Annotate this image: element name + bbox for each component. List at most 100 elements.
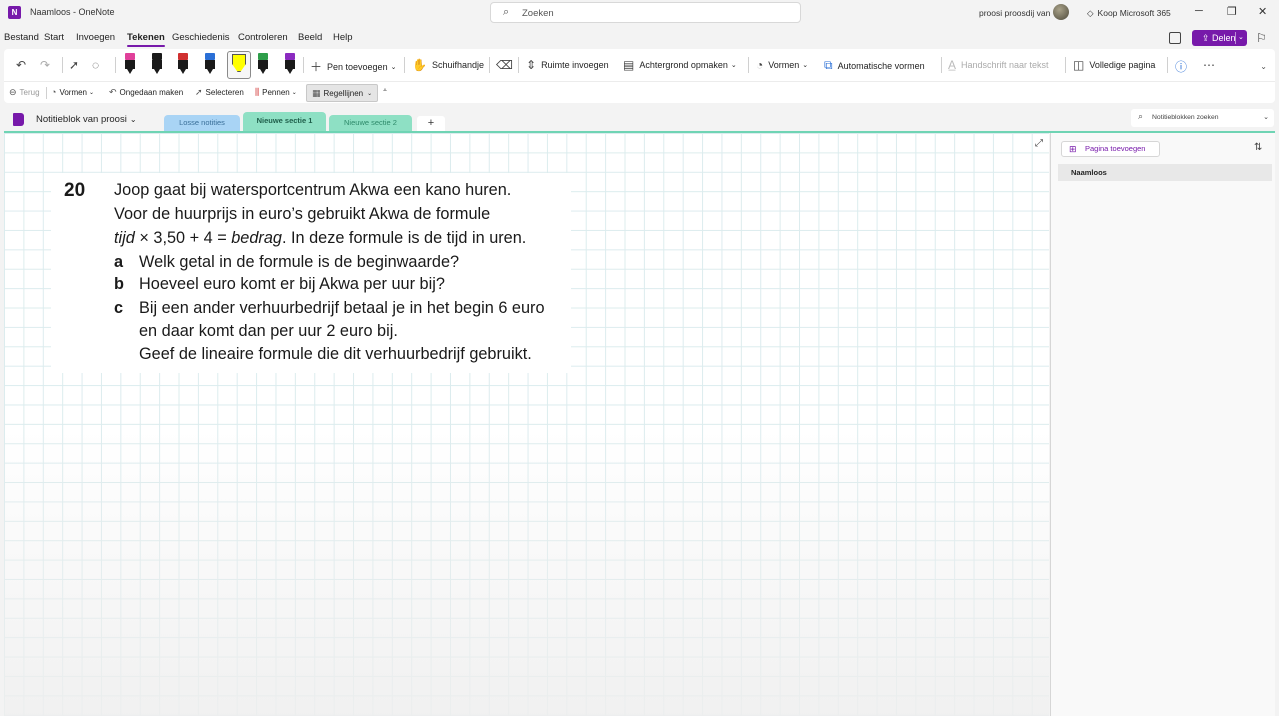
chevron-down-icon[interactable]: ⌄	[1263, 113, 1269, 121]
shapes-button[interactable]: ◔ Vormen ⌄	[756, 58, 808, 72]
notebook-icon	[13, 113, 24, 126]
subquestion-letter: c	[114, 299, 124, 317]
question-image[interactable]	[51, 173, 571, 373]
auto-shapes-icon: ⧉	[824, 58, 833, 72]
diamond-icon: ◇	[1087, 8, 1094, 18]
insert-space-icon: ⇕	[526, 58, 537, 72]
background-format-button[interactable]: ▤ Achtergrond opmaken ⌄	[623, 58, 737, 72]
select-arrow-icon[interactable]: ➚	[69, 58, 84, 72]
pen-blue[interactable]	[205, 53, 215, 75]
search-box[interactable]: ⌕ Zoeken	[490, 2, 801, 23]
background-icon: ▤	[623, 58, 635, 72]
share-button[interactable]: ⇪ Delen ⌄	[1192, 30, 1247, 46]
pen-black[interactable]	[152, 53, 162, 75]
undo-icon[interactable]: ↶	[16, 58, 31, 72]
undo-button[interactable]: ↶ Ongedaan maken	[109, 87, 183, 98]
pen-pink[interactable]	[125, 53, 135, 75]
notebook-name[interactable]: Notitieblok van proosi ⌄	[36, 114, 137, 125]
search-icon: ⌕	[503, 6, 510, 18]
tab-bestand[interactable]: Bestand	[4, 32, 39, 43]
ink-to-text-icon: A̲	[948, 58, 957, 72]
close-icon[interactable]: ✕	[1258, 5, 1267, 18]
shapes-quick-button[interactable]: ◔ Vormen ⌄	[51, 87, 94, 97]
plus-icon: ＋	[310, 60, 323, 74]
user-name[interactable]: proosi proosdij van	[979, 8, 1050, 18]
window-title: Naamloos - OneNote	[30, 7, 115, 17]
hand-icon: ✋	[412, 58, 427, 72]
select-button[interactable]: ➚ Selecteren	[195, 87, 244, 98]
customize-toolbar-icon[interactable]: ⩡	[383, 87, 390, 95]
section-tab-losse-notities[interactable]: Losse notities	[164, 115, 240, 131]
restore-icon[interactable]: ❐	[1227, 5, 1237, 18]
avatar[interactable]	[1053, 4, 1069, 20]
auto-shapes-button[interactable]: ⧉ Automatische vormen	[824, 58, 925, 73]
title-bar: N Naamloos - OneNote ⌕ Zoeken proosi pro…	[0, 0, 1279, 26]
subquestion-text: Bij een ander verhuurbedrijf betaal je i…	[139, 299, 545, 317]
sort-icon[interactable]: ⇅	[1254, 142, 1262, 153]
section-tab-nieuwe-sectie-1[interactable]: Nieuwe sectie 1	[243, 112, 326, 131]
tab-tekenen[interactable]: Tekenen	[127, 32, 165, 47]
tab-help[interactable]: Help	[333, 32, 353, 43]
pen-red[interactable]	[178, 53, 188, 75]
subquestion-text: Geef de lineaire formule die dit verhuur…	[139, 345, 532, 363]
back-icon: ⊖	[9, 87, 17, 97]
help-icon[interactable]: ⓘ	[1175, 58, 1192, 75]
undo-icon: ↶	[109, 87, 117, 97]
tab-start[interactable]: Start	[44, 32, 64, 43]
search-icon: ⌕	[1138, 111, 1144, 121]
add-page-icon: ⊞	[1069, 144, 1077, 154]
add-page-button[interactable]: ⊞ Pagina toevoegen	[1061, 141, 1160, 157]
ribbon-collapse-icon[interactable]: ⌄	[1260, 62, 1267, 71]
pen-green[interactable]	[258, 53, 268, 75]
share-icon: ⇪	[1202, 33, 1213, 43]
rule-lines-button[interactable]: ▦ Regellijnen ⌄	[306, 84, 379, 102]
onenote-logo-icon: N	[8, 6, 21, 19]
ribbon: ↶ ↷ ➚ ◌ ＋ Pen toevoegen ⌄ ✋ Schuifhandje ⌫ …	[4, 49, 1275, 81]
koop-microsoft-button[interactable]: ◇ Koop Microsoft 365	[1087, 8, 1171, 19]
rule-lines-icon: ▦	[312, 87, 321, 98]
question-line: Voor de huurprijs in euro’s gebruikt Akw…	[114, 205, 491, 223]
full-page-button[interactable]: ◫ Volledige pagina	[1073, 58, 1155, 72]
question-line: Joop gaat bij watersportcentrum Akwa een…	[114, 181, 512, 199]
sticky-notes-icon[interactable]	[1169, 32, 1181, 44]
subquestion-text: en daar komt dan per uur 2 euro bij.	[139, 322, 398, 340]
hand-button[interactable]: ✋ Schuifhandje	[412, 58, 484, 72]
insert-space-button[interactable]: ⇕ Ruimte invoegen	[526, 58, 609, 72]
search-placeholder: Zoeken	[522, 8, 554, 19]
add-section-button[interactable]: +	[417, 116, 445, 131]
back-button[interactable]: ⊖ Terug	[9, 87, 40, 98]
pages-panel	[1050, 133, 1275, 716]
minimize-icon[interactable]: ─	[1195, 5, 1203, 17]
tab-geschiedenis[interactable]: Geschiedenis	[172, 32, 230, 43]
pen-add-button[interactable]: ＋ Pen toevoegen ⌄	[310, 58, 396, 75]
eraser-icon[interactable]: ⌫	[496, 58, 518, 72]
quick-toolbar: ⊖ Terug ◔ Vormen ⌄ ↶ Ongedaan maken ➚ Selecte…	[4, 81, 1275, 103]
notebook-search-label: Notitieblokken zoeken	[1152, 114, 1219, 121]
tab-invoegen[interactable]: Invoegen	[76, 32, 115, 43]
chevron-down-icon[interactable]: ⌄	[1238, 30, 1244, 46]
tab-beeld[interactable]: Beeld	[298, 32, 322, 43]
question-number: 20	[64, 180, 86, 201]
shapes-icon: ◔	[51, 87, 57, 97]
formula-line: tijd × 3,50 + 4 = bedrag. In deze formul…	[114, 229, 527, 247]
comment-icon[interactable]: ⚐	[1256, 31, 1267, 45]
shapes-icon: ◔	[756, 58, 764, 72]
menu-bar: Bestand Start Invoegen Tekenen Geschiede…	[0, 28, 1279, 48]
notebook-search[interactable]: ⌕ Notitieblokken zoeken ⌄	[1131, 109, 1274, 127]
share-label: Delen	[1212, 33, 1236, 43]
koop-label: Koop Microsoft 365	[1097, 8, 1171, 18]
pens-icon: ⫼	[255, 87, 260, 97]
subquestion-letter: a	[114, 253, 124, 271]
expand-icon[interactable]: ⤢	[1035, 138, 1043, 149]
page-list-item[interactable]: Naamloos	[1058, 164, 1272, 181]
pen-purple[interactable]	[285, 53, 295, 75]
more-options-icon[interactable]: ⋯	[1203, 58, 1220, 72]
section-tab-nieuwe-sectie-2[interactable]: Nieuwe sectie 2	[329, 115, 412, 131]
lasso-select-icon[interactable]: ◌	[92, 58, 104, 72]
pens-button[interactable]: ⫼ Pennen ⌄	[255, 87, 297, 98]
subquestion-text: Hoeveel euro komt er bij Akwa per uur bi…	[139, 275, 445, 293]
subquestion-letter: b	[114, 275, 124, 293]
tab-controleren[interactable]: Controleren	[238, 32, 288, 43]
ink-to-text-button[interactable]: A̲ Handschrift naar tekst	[948, 58, 1049, 72]
redo-icon[interactable]: ↷	[40, 58, 55, 72]
